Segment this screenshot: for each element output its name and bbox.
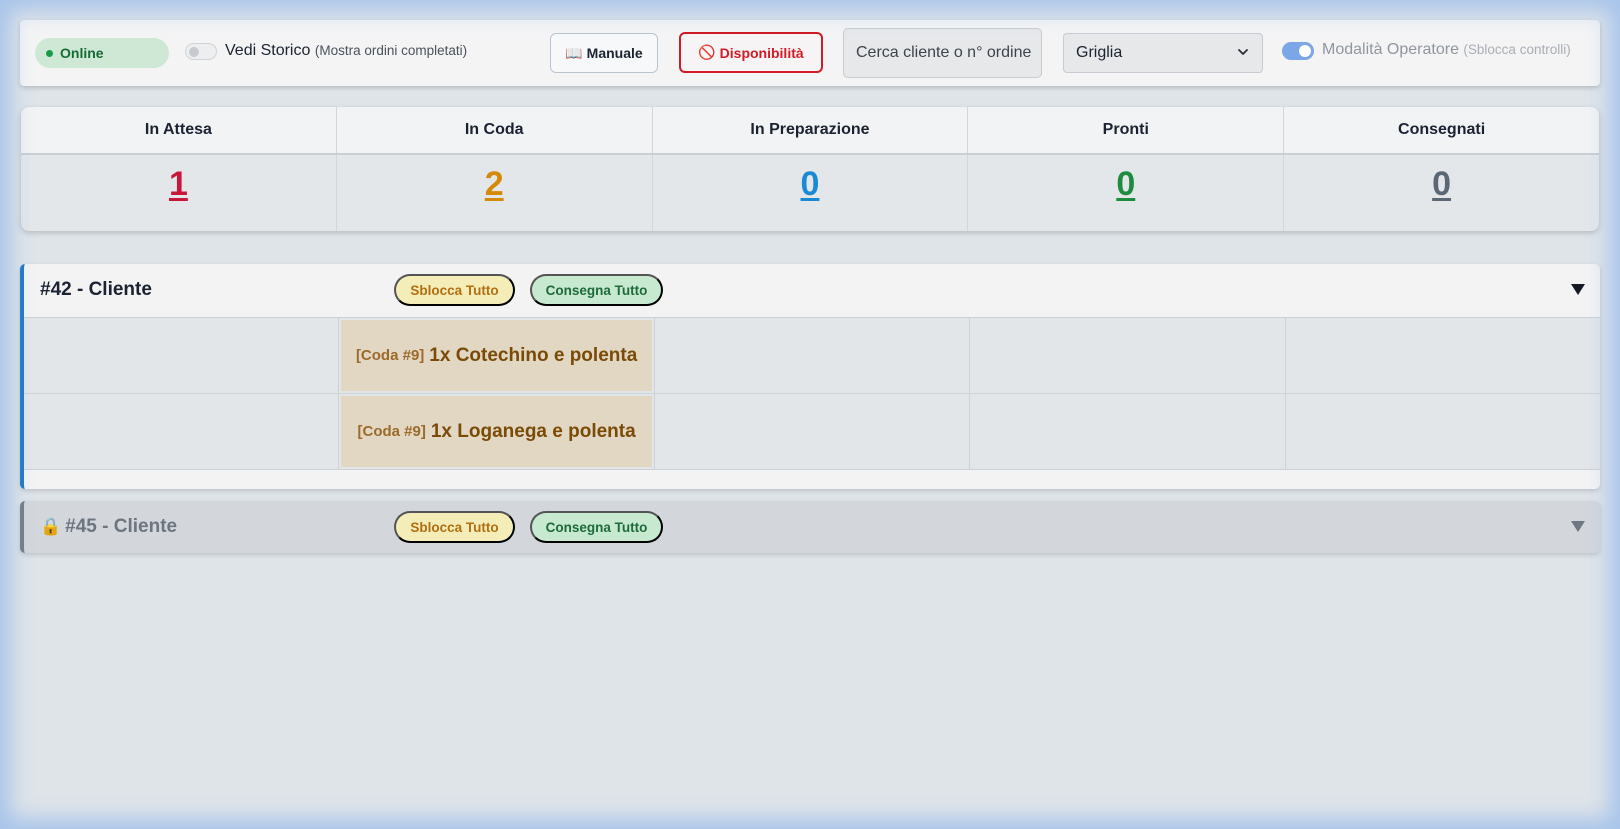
order-title-text: #45 - Cliente — [65, 516, 178, 537]
stats-values-row: 1 2 0 0 0 — [21, 155, 1599, 231]
history-label: Vedi Storico — [225, 42, 311, 59]
order-item-card[interactable]: [Coda #9] 1x Cotechino e polenta — [341, 320, 652, 391]
order-item-card[interactable]: [Coda #9] 1x Loganega e polenta — [341, 396, 652, 467]
connection-status-label: Online — [60, 45, 104, 61]
stat-label-waiting: In Attesa — [21, 107, 337, 153]
stat-label-delivered: Consegnati — [1398, 121, 1486, 138]
operator-label: Modalità Operatore — [1322, 41, 1459, 58]
availability-button-label: Disponibilità — [719, 44, 804, 61]
operator-mode-toggle[interactable] — [1282, 42, 1314, 60]
item-name: 1x Cotechino e polenta — [429, 344, 638, 366]
deliver-all-button[interactable]: Consegna Tutto — [530, 274, 663, 306]
order-group-45: 🔒 #45 - Cliente Sblocca Tutto Consegna Tu… — [20, 501, 1600, 553]
manual-button[interactable]: 📖 Manuale — [550, 33, 658, 73]
unlock-all-button[interactable]: Sblocca Tutto — [394, 511, 515, 543]
deliver-all-button[interactable]: Consegna Tutto — [530, 511, 663, 543]
stat-cell-preparing: 0 — [653, 155, 969, 231]
grid-cell-delivered — [1286, 394, 1600, 469]
chevron-down-icon — [1238, 49, 1248, 55]
order-items-grid: [Coda #9] 1x Cotechino e polenta [Coda #… — [24, 317, 1600, 470]
history-toggle-knob — [189, 47, 199, 57]
stat-count-delivered[interactable]: 0 — [1432, 165, 1451, 203]
view-mode-select[interactable]: Griglia — [1063, 33, 1263, 73]
stat-label-queue: In Coda — [337, 107, 653, 153]
collapse-triangle-icon[interactable] — [1570, 518, 1586, 534]
order-header[interactable]: #42 - Cliente Sblocca Tutto Consegna Tut… — [24, 264, 1600, 316]
view-mode-value: Griglia — [1076, 44, 1123, 61]
table-row: [Coda #9] 1x Loganega e polenta — [24, 394, 1600, 470]
prohibited-icon: 🚫 — [698, 44, 716, 60]
history-toggle-label[interactable]: Vedi Storico (Mostra ordini completati) — [225, 42, 467, 60]
book-icon: 📖 — [565, 44, 583, 61]
operator-toggle-knob — [1299, 45, 1311, 57]
stat-count-queue[interactable]: 2 — [485, 165, 504, 203]
operator-sublabel: (Sblocca controlli) — [1463, 42, 1571, 57]
collapse-triangle-icon[interactable] — [1570, 281, 1586, 297]
connection-status-badge: Online — [35, 38, 169, 68]
grid-cell-preparing — [655, 318, 971, 393]
grid-cell-waiting — [24, 394, 340, 469]
operator-mode-label[interactable]: Modalità Operatore (Sblocca controlli) — [1322, 41, 1571, 59]
history-toggle[interactable] — [185, 43, 217, 60]
stat-count-waiting[interactable]: 1 — [169, 165, 188, 203]
availability-button[interactable]: 🚫 Disponibilità — [679, 32, 823, 73]
stat-cell-queue: 2 — [337, 155, 653, 231]
grid-cell-ready — [970, 318, 1286, 393]
grid-cell-queue: [Coda #9] 1x Loganega e polenta — [339, 394, 655, 469]
order-title: 🔒 #45 - Cliente — [40, 516, 177, 538]
stat-label-ready: Pronti — [968, 107, 1285, 153]
stat-cell-ready: 0 — [968, 155, 1285, 231]
grid-cell-waiting — [24, 318, 340, 393]
stat-count-preparing[interactable]: 0 — [801, 165, 820, 203]
lock-icon: 🔒 — [40, 517, 62, 536]
search-input[interactable] — [843, 28, 1042, 78]
stats-header-row: In Attesa In Coda In Preparazione Pronti… — [21, 107, 1599, 155]
grid-cell-preparing — [655, 394, 971, 469]
table-row: [Coda #9] 1x Cotechino e polenta — [24, 318, 1600, 394]
unlock-all-button[interactable]: Sblocca Tutto — [394, 274, 515, 306]
grid-cell-ready — [970, 394, 1286, 469]
grid-cell-delivered — [1286, 318, 1600, 393]
order-header[interactable]: 🔒 #45 - Cliente Sblocca Tutto Consegna Tu… — [24, 501, 1600, 553]
manual-button-label: Manuale — [586, 45, 643, 61]
status-dot-icon — [46, 49, 53, 57]
order-group-42: #42 - Cliente Sblocca Tutto Consegna Tut… — [20, 264, 1600, 489]
queue-number: [Coda #9] — [357, 423, 426, 440]
top-toolbar: Online Vedi Storico (Mostra ordini compl… — [20, 20, 1600, 86]
queue-number: [Coda #9] — [355, 347, 425, 364]
order-title: #42 - Cliente — [40, 279, 152, 300]
stat-count-ready[interactable]: 0 — [1116, 165, 1135, 203]
stat-cell-waiting: 1 — [21, 155, 337, 231]
grid-cell-queue: [Coda #9] 1x Cotechino e polenta — [339, 318, 655, 393]
order-stats-panel: In Attesa In Coda In Preparazione Pronti… — [21, 107, 1599, 231]
stat-label-preparing: In Preparazione — [653, 107, 969, 153]
stat-cell-delivered: 0 — [1284, 155, 1599, 231]
item-name: 1x Loganega e polenta — [430, 420, 636, 442]
history-sublabel: (Mostra ordini completati) — [314, 43, 468, 58]
